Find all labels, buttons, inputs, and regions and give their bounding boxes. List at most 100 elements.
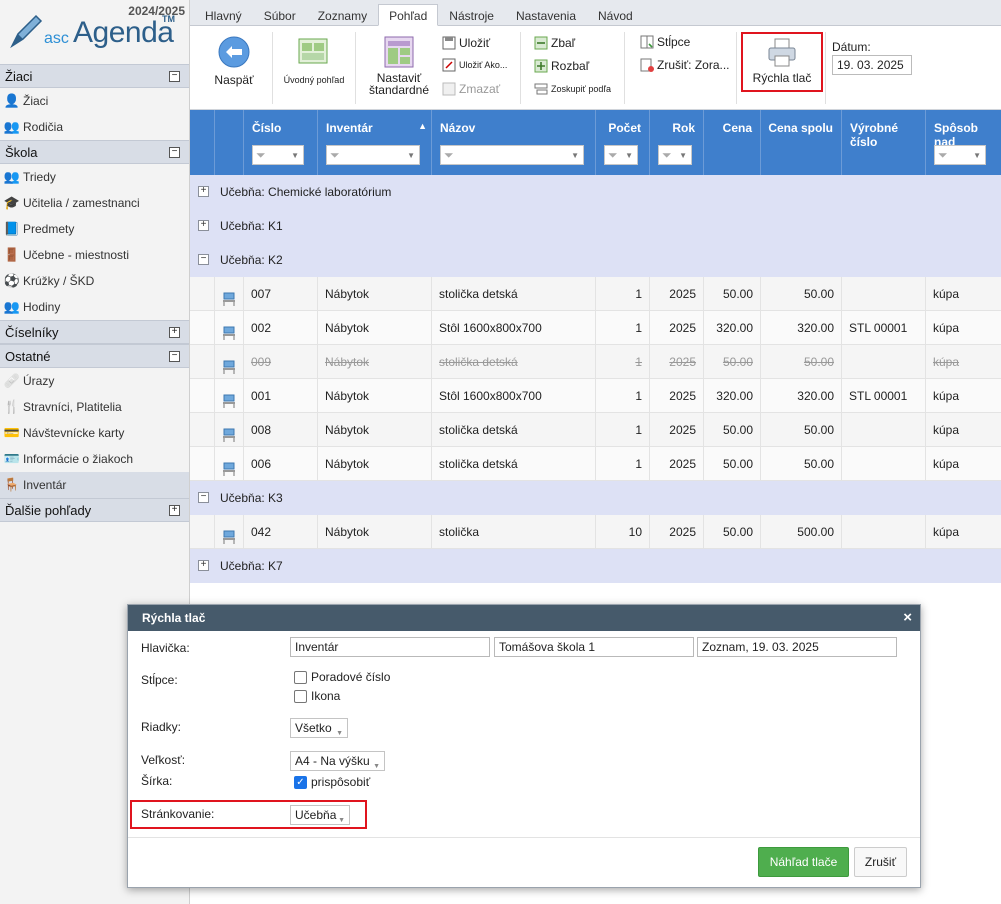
tab-3[interactable]: Pohľad	[378, 4, 439, 26]
column-filter[interactable]: ⏷ ▼	[440, 145, 584, 165]
cell-rok: 2025	[649, 379, 703, 413]
app-logo[interactable]: 2024/2025 asc Agenda TM	[0, 0, 189, 64]
save-as-button[interactable]: Uložiť Ako...	[442, 56, 507, 74]
card-icon: 💳	[3, 425, 21, 440]
sidebar-item-3-0[interactable]: 🩹 Úrazy	[0, 368, 189, 394]
group-row[interactable]: + Učebňa: K7	[190, 549, 1001, 583]
sidebar-item-0-1[interactable]: 👥 Rodičia	[0, 114, 189, 140]
expand-icon[interactable]: +	[169, 505, 180, 516]
column-filter[interactable]: ⏷ ▼	[326, 145, 420, 165]
column-filter[interactable]: ⏷ ▼	[658, 145, 692, 165]
table-row[interactable]: 006 Nábytok stolička detská 1 2025 50.00 50.00…	[190, 447, 1001, 481]
tab-1[interactable]: Súbor	[253, 4, 307, 26]
table-row[interactable]: 002 Nábytok Stôl 1600x800x700 1 2025 320.00 32…	[190, 311, 1001, 345]
column-filter[interactable]: ⏷ ▼	[604, 145, 638, 165]
column-header-5[interactable]: Počet ⏷ ▼	[595, 110, 649, 175]
table-row[interactable]: 001 Nábytok Stôl 1600x800x700 1 2025 320.00 32…	[190, 379, 1001, 413]
column-header-4[interactable]: Názov ⏷ ▼	[431, 110, 595, 175]
lessons-icon: 👥	[3, 299, 21, 314]
group-by-button[interactable]: Zoskupiť podľa	[534, 80, 611, 98]
collapse-icon[interactable]: −	[198, 254, 209, 265]
tab-2[interactable]: Zoznamy	[307, 4, 378, 26]
columns-button[interactable]: Stĺpce	[640, 33, 690, 51]
delete-view-button[interactable]: Zmazať	[442, 80, 500, 98]
size-select[interactable]: A4 - Na výšku ▼	[290, 751, 385, 771]
sidebar-section-3[interactable]: Ostatné −	[0, 344, 189, 368]
sidebar-item-1-5[interactable]: 👥 Hodiny	[0, 294, 189, 320]
home-view-icon	[298, 38, 328, 64]
column-header-3[interactable]: Inventár ▲ ⏷ ▼	[317, 110, 431, 175]
sidebar-item-3-2[interactable]: 💳 Návštevnícke karty	[0, 420, 189, 446]
sidebar-item-1-3[interactable]: 🚪 Učebne - miestnosti	[0, 242, 189, 268]
columns-label: Stĺpce	[657, 35, 691, 49]
expand-icon[interactable]: +	[169, 327, 180, 338]
sidebar-item-0-0[interactable]: 👤 Žiaci	[0, 88, 189, 114]
set-default-button[interactable]: Nastaviť štandardné	[365, 34, 433, 100]
tab-4[interactable]: Nástroje	[438, 4, 505, 26]
collapse-icon[interactable]: −	[169, 351, 180, 362]
group-label: Učebňa: K7	[220, 559, 283, 573]
parents-icon: 👥	[3, 119, 21, 134]
date-input[interactable]: 19. 03. 2025	[832, 55, 912, 75]
table-row[interactable]: 009 Nábytok stolička detská 1 2025 50.00 50.00…	[190, 345, 1001, 379]
sidebar-item-3-1[interactable]: 🍴 Stravníci, Platitelia	[0, 394, 189, 420]
group-row[interactable]: + Učebňa: Chemické laboratórium	[190, 175, 1001, 209]
expand-icon[interactable]: +	[198, 560, 209, 571]
cell-inventar: Nábytok	[317, 311, 431, 345]
save-view-button[interactable]: Uložiť	[442, 34, 490, 52]
expand-button[interactable]: Rozbaľ	[534, 57, 589, 75]
sidebar-item-1-4[interactable]: ⚽ Krúžky / ŠKD	[0, 268, 189, 294]
sort-asc-icon[interactable]: ▲	[418, 121, 427, 131]
column-header-10[interactable]: Spôsob nad ⏷ ▼	[925, 110, 1001, 175]
expand-icon[interactable]: +	[198, 186, 209, 197]
sidebar-section-4[interactable]: Ďalšie pohľady +	[0, 498, 189, 522]
sidebar-item-1-0[interactable]: 👥 Triedy	[0, 164, 189, 190]
sidebar-section-2[interactable]: Číselníky +	[0, 320, 189, 344]
logo-name: Agenda	[73, 16, 174, 49]
collapse-icon[interactable]: −	[198, 492, 209, 503]
sidebar-item-3-3[interactable]: 🪪 Informácie o žiakoch	[0, 446, 189, 472]
collapse-button[interactable]: Zbaľ	[534, 34, 575, 52]
ordinal-number-checkbox[interactable]: Poradové číslo	[294, 670, 390, 684]
group-row[interactable]: + Učebňa: K1	[190, 209, 1001, 243]
column-header-9[interactable]: Výrobné číslo	[841, 110, 925, 175]
column-header-8[interactable]: Cena spolu	[760, 110, 841, 175]
sidebar-section-1[interactable]: Škola −	[0, 140, 189, 164]
column-header-6[interactable]: Rok ⏷ ▼	[649, 110, 703, 175]
table-row[interactable]: 008 Nábytok stolička detská 1 2025 50.00 50.00…	[190, 413, 1001, 447]
close-icon[interactable]: ×	[903, 605, 912, 631]
expand-icon[interactable]: +	[198, 220, 209, 231]
table-row[interactable]: 042 Nábytok stolička 10 2025 50.00 500.00 kúpa	[190, 515, 1001, 549]
icon-checkbox[interactable]: Ikona	[294, 689, 340, 703]
fit-width-checkbox[interactable]: ✓ prispôsobiť	[294, 775, 370, 789]
column-filter[interactable]: ⏷ ▼	[252, 145, 304, 165]
header-input-1[interactable]: Inventár	[290, 637, 490, 657]
header-input-3[interactable]: Zoznam, 19. 03. 2025	[697, 637, 897, 657]
column-header-2[interactable]: Číslo ⏷ ▼	[243, 110, 317, 175]
cancel-button[interactable]: Zrušiť	[854, 847, 907, 877]
sidebar-item-1-1[interactable]: 🎓 Učitelia / zamestnanci	[0, 190, 189, 216]
group-by-label: Zoskupiť podľa	[551, 84, 612, 94]
column-header-7[interactable]: Cena	[703, 110, 760, 175]
header-input-2[interactable]: Tomášova škola 1	[494, 637, 694, 657]
table-row[interactable]: 007 Nábytok stolička detská 1 2025 50.00 50.00…	[190, 277, 1001, 311]
row-icon-cell	[214, 379, 243, 413]
home-view-button[interactable]: Úvodný pohľad	[278, 36, 350, 98]
print-preview-button[interactable]: Náhľad tlače	[758, 847, 849, 877]
back-button[interactable]: Naspäť	[208, 36, 260, 98]
collapse-icon[interactable]: −	[169, 147, 180, 158]
rows-select[interactable]: Všetko ▼	[290, 718, 348, 738]
sidebar-item-3-4[interactable]: 🪑 Inventár	[0, 472, 189, 498]
column-filter[interactable]: ⏷ ▼	[934, 145, 986, 165]
width-label: Šírka:	[141, 774, 173, 788]
tab-0[interactable]: Hlavný	[194, 4, 253, 26]
tab-5[interactable]: Nastavenia	[505, 4, 587, 26]
group-row[interactable]: − Učebňa: K3	[190, 481, 1001, 515]
sidebar-item-1-2[interactable]: 📘 Predmety	[0, 216, 189, 242]
cancel-sort-icon	[640, 58, 654, 72]
collapse-icon[interactable]: −	[169, 71, 180, 82]
group-row[interactable]: − Učebňa: K2	[190, 243, 1001, 277]
tab-6[interactable]: Návod	[587, 4, 644, 26]
sidebar-section-0[interactable]: Žiaci −	[0, 64, 189, 88]
cancel-sort-button[interactable]: Zrušiť: Zora...	[640, 56, 730, 74]
